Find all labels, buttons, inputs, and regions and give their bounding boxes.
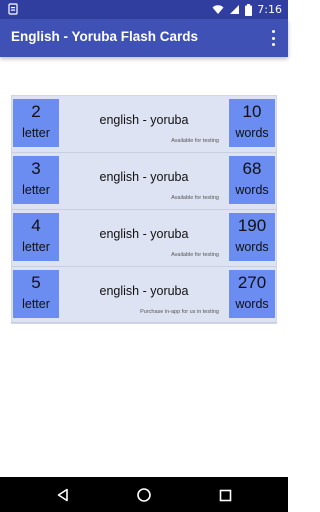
letter-count-box: 5 letter bbox=[13, 270, 59, 318]
home-icon[interactable] bbox=[134, 485, 154, 505]
card-title: english - yoruba bbox=[99, 284, 189, 298]
card-status-note: Available for testing bbox=[171, 252, 219, 258]
letter-unit: letter bbox=[22, 297, 50, 311]
letter-count-box: 4 letter bbox=[13, 213, 59, 261]
signal-icon bbox=[230, 5, 240, 14]
word-count-box: 270 words bbox=[229, 270, 275, 318]
card-3-letter[interactable]: 3 letter english - yoruba Available for … bbox=[12, 153, 276, 210]
letter-unit: letter bbox=[22, 183, 50, 197]
card-status-note: Purchase in-app for us in testing bbox=[140, 309, 219, 315]
letter-count-box: 3 letter bbox=[13, 156, 59, 204]
navigation-bar bbox=[0, 477, 288, 512]
back-icon[interactable] bbox=[53, 485, 73, 505]
status-bar: 7:16 bbox=[0, 0, 288, 19]
word-count-box: 190 words bbox=[229, 213, 275, 261]
card-status-note: Available for testing bbox=[171, 138, 219, 144]
word-count-box: 10 words bbox=[229, 99, 275, 147]
word-unit: words bbox=[235, 297, 269, 311]
battery-icon bbox=[245, 3, 253, 16]
wifi-icon bbox=[212, 5, 224, 14]
status-icons: 7:16 bbox=[212, 2, 282, 17]
word-unit: words bbox=[235, 126, 269, 140]
notification-icon bbox=[8, 3, 18, 15]
card-title: english - yoruba bbox=[99, 113, 189, 127]
word-count-box: 68 words bbox=[229, 156, 275, 204]
word-count: 190 bbox=[237, 216, 267, 235]
card-title: english - yoruba bbox=[99, 170, 189, 184]
letter-count: 5 bbox=[31, 273, 41, 292]
status-time: 7:16 bbox=[257, 3, 282, 16]
card-4-letter[interactable]: 4 letter english - yoruba Available for … bbox=[12, 210, 276, 267]
letter-unit: letter bbox=[22, 126, 50, 140]
letter-count: 4 bbox=[31, 216, 41, 235]
card-title: english - yoruba bbox=[99, 227, 189, 241]
word-count: 270 bbox=[237, 273, 267, 292]
letter-count-box: 2 letter bbox=[13, 99, 59, 147]
card-2-letter[interactable]: 2 letter english - yoruba Available for … bbox=[12, 96, 276, 153]
letter-count: 3 bbox=[31, 159, 41, 178]
word-unit: words bbox=[235, 240, 269, 254]
card-5-letter[interactable]: 5 letter english - yoruba Purchase in-ap… bbox=[12, 267, 276, 323]
card-status-note: Available for testing bbox=[171, 195, 219, 201]
flash-card-list: 2 letter english - yoruba Available for … bbox=[11, 95, 277, 324]
letter-unit: letter bbox=[22, 240, 50, 254]
word-count: 68 bbox=[242, 159, 262, 178]
word-count: 10 bbox=[242, 102, 262, 121]
word-unit: words bbox=[235, 183, 269, 197]
letter-count: 2 bbox=[31, 102, 41, 121]
app-bar: English - Yoruba Flash Cards bbox=[0, 19, 288, 57]
recents-icon[interactable] bbox=[215, 485, 235, 505]
overflow-menu-icon[interactable] bbox=[266, 29, 280, 47]
app-title: English - Yoruba Flash Cards bbox=[11, 29, 199, 44]
